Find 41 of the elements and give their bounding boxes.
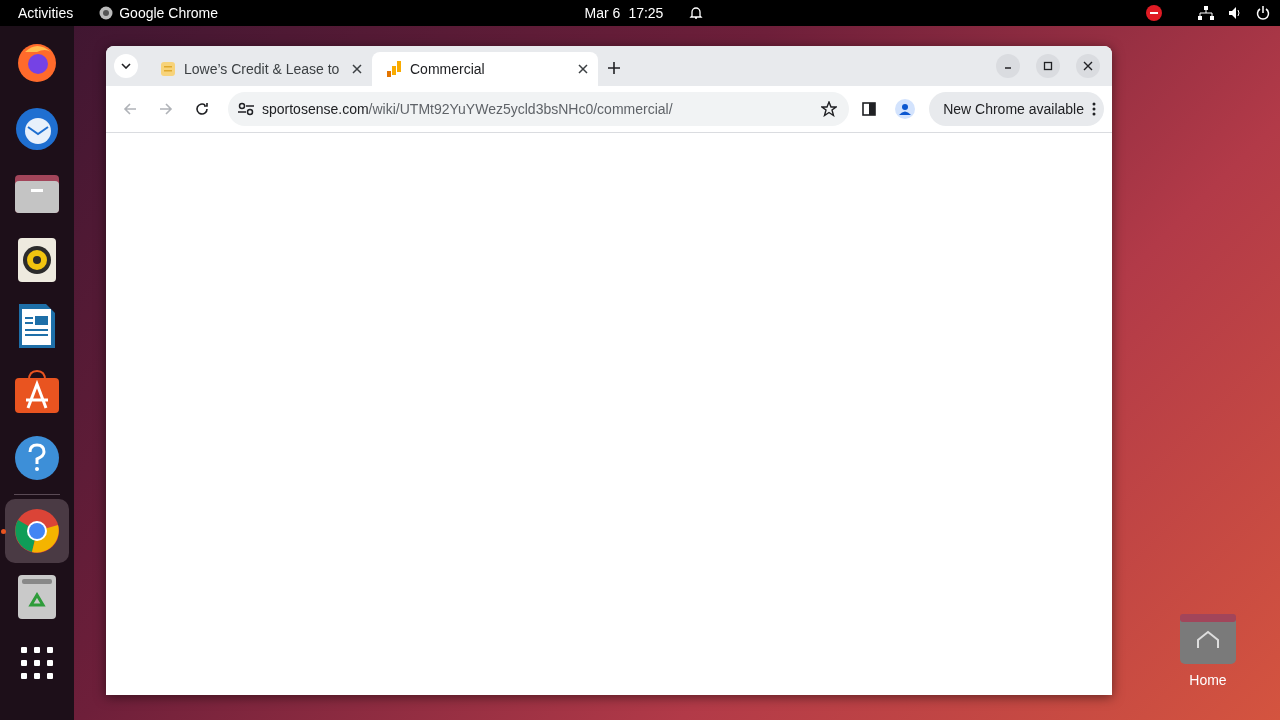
caret-icon xyxy=(121,63,131,69)
site-settings-icon[interactable] xyxy=(238,102,254,116)
update-button[interactable]: New Chrome available xyxy=(929,92,1104,126)
folder-icon[interactable] xyxy=(14,174,60,214)
address-bar[interactable]: sportosense.com/wiki/UTMt92YuYWez5ycld3bsNHc0/commercial/ xyxy=(228,92,850,126)
thunderbird-icon[interactable] xyxy=(13,105,61,151)
close-icon[interactable] xyxy=(578,64,588,74)
close-icon xyxy=(1083,61,1093,71)
home-folder-icon[interactable] xyxy=(1180,614,1236,664)
forward-arrow-icon xyxy=(159,102,173,116)
shopping-bag-icon[interactable] xyxy=(14,370,60,414)
activities-button[interactable]: Activities xyxy=(18,5,74,21)
do-not-disturb-icon[interactable] xyxy=(1146,5,1162,21)
app-grid-icon[interactable] xyxy=(21,647,53,679)
close-icon[interactable] xyxy=(352,64,362,74)
url-text[interactable]: sportosense.com/wiki/UTMt92YuYWez5ycld3bsNHc0/commercial/ xyxy=(262,101,806,117)
plus-icon xyxy=(608,62,620,74)
date-label[interactable]: Mar 6 xyxy=(584,5,621,21)
network-icon[interactable] xyxy=(1198,6,1214,20)
maximize-button[interactable] xyxy=(1036,54,1060,78)
bell-icon xyxy=(689,6,704,20)
reload-icon xyxy=(195,102,209,116)
document-icon[interactable] xyxy=(18,303,56,349)
desktop-icon-label[interactable]: Home xyxy=(1189,672,1227,688)
profile-icon xyxy=(895,99,916,119)
app-menu[interactable]: Google Chrome xyxy=(119,5,219,21)
maximize-icon xyxy=(1043,61,1053,71)
power-icon[interactable] xyxy=(1256,6,1270,20)
side-panel-icon xyxy=(862,102,877,116)
close-button[interactable] xyxy=(1076,54,1100,78)
volume-icon[interactable] xyxy=(1228,6,1242,20)
browser-tab[interactable]: Commercial xyxy=(372,52,598,86)
browser-tab[interactable]: Lowe’s Credit & Lease to xyxy=(146,52,372,86)
more-menu-icon xyxy=(1092,102,1096,116)
help-icon[interactable] xyxy=(14,435,60,481)
note-icon xyxy=(160,61,176,77)
bar-chart-icon xyxy=(386,61,402,77)
clock-label[interactable]: 17:25 xyxy=(628,5,664,21)
speaker-icon[interactable] xyxy=(18,238,56,282)
tab-search-button[interactable] xyxy=(114,54,138,78)
back-arrow-icon xyxy=(123,102,137,116)
